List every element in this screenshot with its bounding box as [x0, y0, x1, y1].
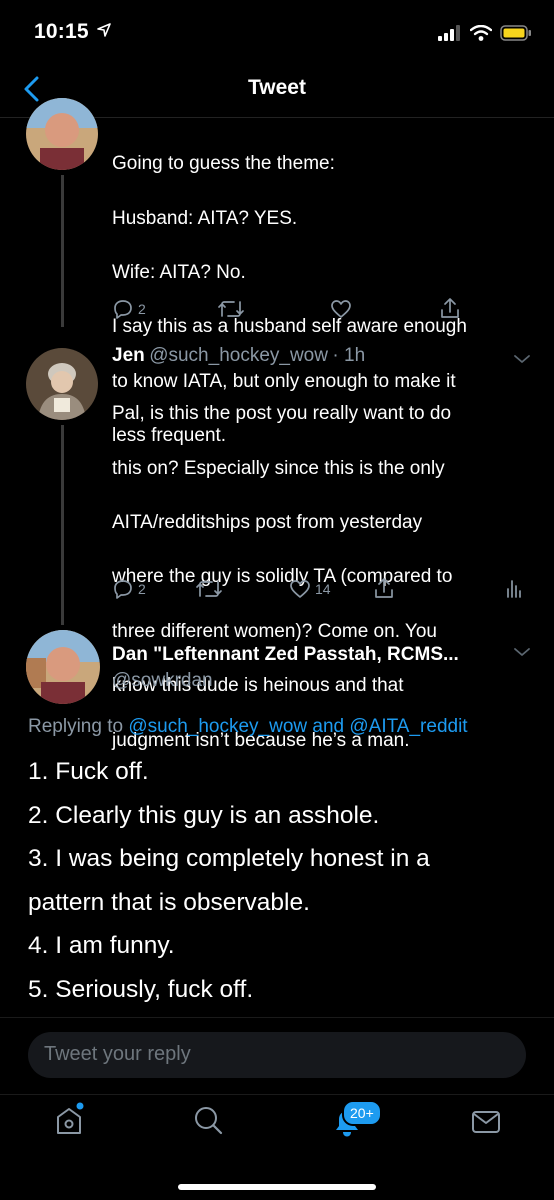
author-name[interactable]: Dan "Leftennant Zed Passtah, RCMS...	[112, 644, 459, 666]
avatar[interactable]	[26, 98, 98, 170]
thread-line	[61, 175, 64, 327]
share-icon	[441, 298, 459, 318]
replying-to: Replying to @such_hockey_wow and @AITA_r…	[28, 716, 468, 738]
tweet-line: this on? Especially since this is the on…	[112, 457, 445, 479]
tweet-line: AITA/redditships post from yesterday	[112, 512, 423, 534]
tweet-line: Husband: AITA? YES.	[112, 207, 298, 229]
tweet-time: · 1h	[332, 345, 366, 366]
share-button[interactable]	[439, 296, 461, 320]
thread-line	[61, 425, 64, 625]
mention-link[interactable]: @AITA_reddit	[349, 716, 467, 737]
search-icon	[195, 1107, 223, 1135]
tweet-line: three different women)? Come on. You	[112, 620, 437, 642]
like-button[interactable]	[330, 298, 352, 320]
analytics-icon	[507, 580, 521, 598]
home-indicator[interactable]	[178, 1184, 376, 1190]
tweet-line: 2. Clearly this guy is an asshole.	[28, 801, 380, 829]
messages-icon	[472, 1111, 500, 1133]
home-icon	[57, 1102, 84, 1134]
signal-icon	[438, 25, 460, 41]
reply-button[interactable]: 2	[112, 298, 146, 320]
tweet-line: 4. I am funny.	[28, 932, 175, 959]
notifications-badge: 20+	[342, 1100, 382, 1126]
tweet-line: Going to guess the theme:	[112, 153, 335, 175]
like-count: 14	[315, 581, 331, 597]
replying-and: and	[307, 716, 350, 737]
retweet-button[interactable]	[217, 298, 245, 320]
reply-count: 2	[138, 581, 146, 597]
retweet-button[interactable]	[195, 578, 223, 600]
reply-button[interactable]: 2	[112, 578, 146, 600]
mention-link[interactable]: @such_hockey_wow	[128, 716, 307, 737]
tweet-line: Wife: AITA? No.	[112, 262, 246, 284]
avatar[interactable]	[26, 630, 100, 704]
main-tweet-text: 1. Fuck off. 2. Clearly this guy is an a…	[28, 750, 538, 1011]
page-title: Tweet	[248, 76, 306, 99]
reply-placeholder: Tweet your reply	[44, 1043, 191, 1065]
reply-divider	[0, 1017, 554, 1018]
tweet-header: Jen @such_hockey_wow · 1h	[112, 345, 365, 367]
tweet-line: I say this as a husband self aware enoug…	[112, 316, 467, 338]
author-handle[interactable]: @such_hockey_wow	[149, 345, 328, 366]
tweet-line: 5. Seriously, fuck off.	[28, 975, 254, 1003]
chevron-down-icon[interactable]	[512, 645, 532, 659]
like-icon	[331, 300, 351, 318]
tab-home[interactable]	[54, 1100, 88, 1140]
tab-search[interactable]	[192, 1104, 226, 1138]
tweet-line: pattern that is observable.	[28, 888, 310, 916]
like-icon	[290, 580, 310, 598]
author-name[interactable]: Jen	[112, 345, 145, 366]
share-button[interactable]	[373, 576, 395, 600]
retweet-icon	[196, 581, 222, 597]
analytics-button[interactable]	[505, 577, 523, 599]
reply-icon	[114, 580, 132, 599]
tab-messages[interactable]	[470, 1108, 502, 1136]
chevron-down-icon[interactable]	[512, 352, 532, 366]
reply-icon	[114, 300, 132, 319]
location-arrow-icon	[96, 23, 111, 37]
tab-divider	[0, 1094, 554, 1095]
retweet-icon	[218, 301, 244, 317]
avatar[interactable]	[26, 348, 98, 420]
share-icon	[375, 578, 393, 598]
wifi-icon	[470, 25, 492, 41]
tweet-line: 1. Fuck off.	[28, 758, 149, 785]
status-time: 10:15	[34, 20, 111, 44]
reply-count: 2	[138, 301, 146, 317]
replying-prefix: Replying to	[28, 716, 129, 737]
tweet-line: 3. I was being completely honest in a	[28, 845, 430, 872]
battery-icon	[500, 25, 531, 41]
status-icons	[438, 22, 532, 44]
like-button[interactable]: 14	[289, 578, 331, 600]
tweet-line: Pal, is this the post you really want to…	[112, 403, 452, 425]
author-handle[interactable]: @sowkrdan	[112, 670, 213, 692]
